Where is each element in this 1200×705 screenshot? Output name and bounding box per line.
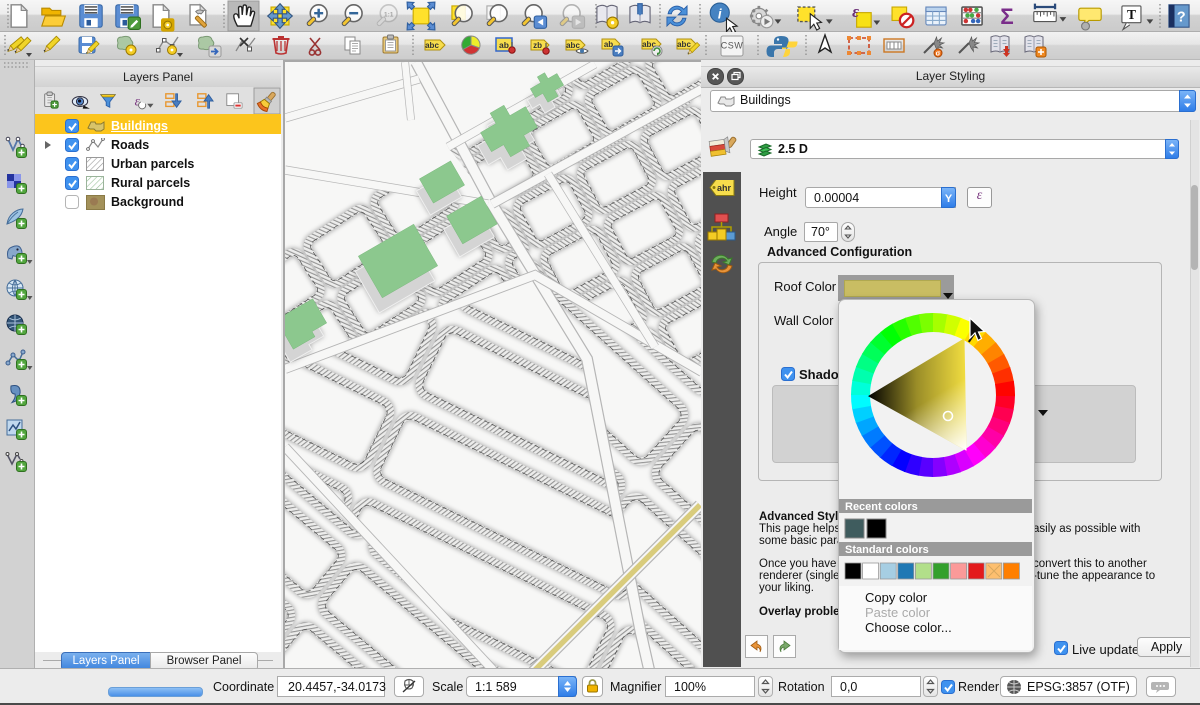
svg-text:ab: ab: [604, 40, 613, 49]
svg-text:T: T: [1127, 7, 1136, 22]
svg-text:Copy color: Copy color: [865, 590, 928, 605]
svg-text:ab: ab: [499, 40, 509, 50]
svg-text:ahr: ahr: [717, 183, 732, 193]
svg-text:Paste color: Paste color: [865, 605, 931, 620]
svg-text:Σ: Σ: [1000, 4, 1013, 29]
svg-text:abc: abc: [677, 40, 691, 49]
svg-text:Standard colors: Standard colors: [845, 544, 929, 556]
svg-text:abc: abc: [425, 41, 439, 50]
svg-text:zb: zb: [533, 41, 542, 50]
svg-text:1:1: 1:1: [384, 12, 394, 19]
svg-text:Y: Y: [945, 193, 953, 205]
svg-text:Choose color...: Choose color...: [865, 620, 952, 635]
svg-text:Recent colors: Recent colors: [845, 501, 918, 513]
svg-text:σ: σ: [936, 51, 941, 58]
svg-text:i: i: [718, 6, 722, 21]
svg-text:CSW: CSW: [721, 41, 744, 51]
svg-text:?: ?: [1177, 10, 1186, 26]
svg-text:ε: ε: [852, 2, 859, 21]
svg-text:abc: abc: [566, 41, 580, 50]
